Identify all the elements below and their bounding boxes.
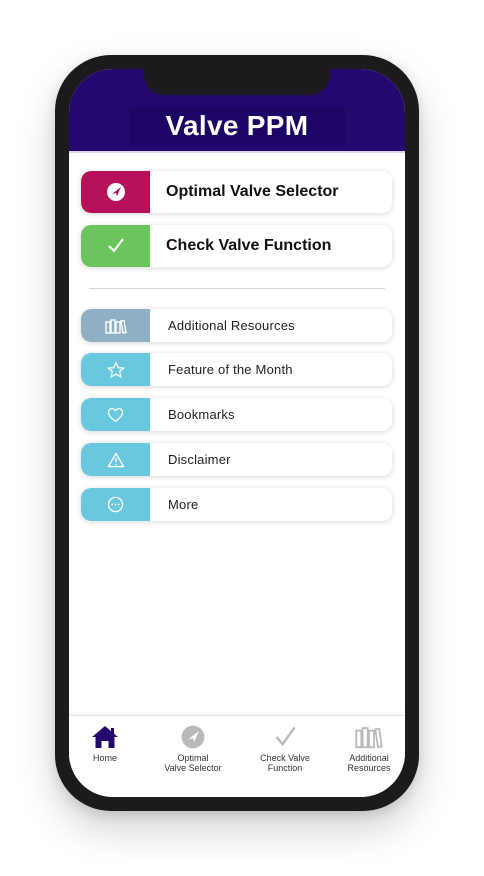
star-icon xyxy=(81,353,150,386)
phone-frame: Valve PPM Optimal Valve Selector Check V… xyxy=(55,55,419,811)
app-screen: Valve PPM Optimal Valve Selector Check V… xyxy=(69,69,405,797)
device-notch xyxy=(144,69,330,95)
tab-check-valve-function-label: Check Valve Function xyxy=(260,753,310,773)
checkmark-icon xyxy=(81,225,150,267)
tab-additional-resources[interactable]: Additional Resources xyxy=(329,724,405,773)
optimal-valve-selector-button[interactable]: Optimal Valve Selector xyxy=(81,171,392,213)
feature-of-the-month-button[interactable]: Feature of the Month xyxy=(81,353,392,386)
page-title: Valve PPM xyxy=(165,110,309,141)
compass-icon xyxy=(81,171,150,213)
tab-home[interactable]: Home xyxy=(69,724,145,763)
optimal-valve-selector-label: Optimal Valve Selector xyxy=(166,183,339,200)
additional-resources-button[interactable]: Additional Resources xyxy=(81,309,392,342)
bookmarks-button[interactable]: Bookmarks xyxy=(81,398,392,431)
tab-optimal-valve-selector-label: Optimal Valve Selector xyxy=(164,753,222,773)
books-icon xyxy=(355,724,383,750)
section-divider xyxy=(89,288,385,289)
title-box: Valve PPM xyxy=(129,107,345,145)
home-icon xyxy=(91,724,119,750)
tab-check-valve-function[interactable]: Check Valve Function xyxy=(245,724,325,773)
compass-icon xyxy=(179,724,207,750)
books-icon xyxy=(81,309,150,342)
disclaimer-button[interactable]: Disclaimer xyxy=(81,443,392,476)
heart-icon xyxy=(81,398,150,431)
more-label: More xyxy=(168,497,199,512)
more-icon xyxy=(81,488,150,521)
more-button[interactable]: More xyxy=(81,488,392,521)
tab-home-label: Home xyxy=(92,753,117,763)
feature-of-the-month-label: Feature of the Month xyxy=(168,362,293,377)
checkmark-icon xyxy=(271,724,299,750)
additional-resources-label: Additional Resources xyxy=(168,318,295,333)
disclaimer-label: Disclaimer xyxy=(168,452,231,467)
bottom-tab-bar: Home Optimal Valve Selector Check Valve … xyxy=(69,715,405,797)
bookmarks-label: Bookmarks xyxy=(168,407,235,422)
check-valve-function-label: Check Valve Function xyxy=(166,237,332,254)
tab-additional-resources-label: Additional Resources xyxy=(347,753,391,773)
tab-optimal-valve-selector[interactable]: Optimal Valve Selector xyxy=(153,724,233,773)
warning-icon xyxy=(81,443,150,476)
check-valve-function-button[interactable]: Check Valve Function xyxy=(81,225,392,267)
